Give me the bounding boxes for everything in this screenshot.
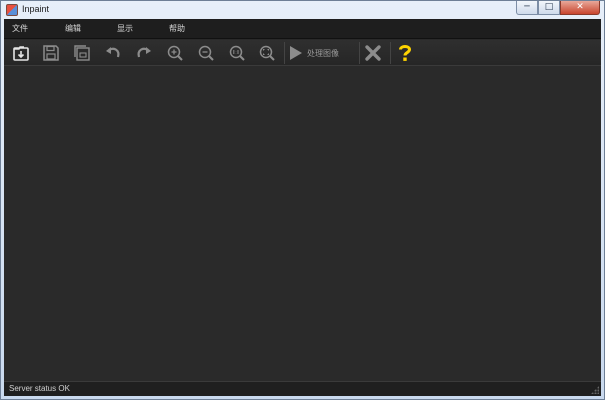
help-icon: [399, 45, 412, 61]
open-icon: [13, 46, 29, 61]
zoom-out-icon: [198, 45, 214, 61]
save-icon: [43, 45, 59, 61]
toolbar-separator: [390, 42, 391, 64]
menu-bar: 文件 编辑 显示 帮助: [4, 19, 601, 39]
minimize-button[interactable]: ─: [516, 1, 538, 15]
zoom-out-button[interactable]: [194, 42, 218, 64]
zoom-in-button[interactable]: [163, 42, 187, 64]
menu-view[interactable]: 显示: [117, 23, 133, 34]
toolbar-separator: [359, 42, 360, 64]
process-image-button[interactable]: 处理图像: [287, 42, 357, 64]
menu-edit[interactable]: 编辑: [65, 23, 81, 34]
clear-button[interactable]: [361, 42, 385, 64]
toolbar-separator: [284, 42, 285, 64]
zoom-actual-size-button[interactable]: [225, 42, 249, 64]
zoom-fit-button[interactable]: [255, 42, 279, 64]
save-copy-button[interactable]: [70, 42, 94, 64]
app-client-area: 文件 编辑 显示 帮助 处理图像 Server status OK: [4, 19, 601, 396]
app-window: Inpaint ─ □ ✕ 文件 编辑 显示 帮助 处理图像 Server st…: [0, 0, 605, 400]
help-button[interactable]: [393, 42, 417, 64]
app-logo-icon: [6, 4, 18, 16]
open-button[interactable]: [9, 42, 33, 64]
clear-icon: [365, 45, 381, 61]
close-button[interactable]: ✕: [560, 1, 600, 15]
zoom-fit-icon: [259, 45, 275, 61]
status-bar: Server status OK: [4, 381, 601, 396]
image-canvas[interactable]: [4, 67, 601, 381]
maximize-button[interactable]: □: [538, 1, 560, 15]
undo-button[interactable]: [101, 42, 125, 64]
title-bar[interactable]: Inpaint ─ □ ✕: [1, 1, 604, 19]
undo-icon: [106, 47, 120, 58]
resize-grip-icon[interactable]: [591, 386, 599, 394]
menu-help[interactable]: 帮助: [169, 23, 185, 34]
window-title: Inpaint: [22, 4, 50, 14]
zoom-actual-size-icon: [229, 45, 245, 61]
save-button[interactable]: [39, 42, 63, 64]
toolbar: 处理图像: [4, 40, 601, 66]
window-controls: ─ □ ✕: [516, 1, 600, 15]
menu-file[interactable]: 文件: [12, 23, 28, 34]
process-image-label: 处理图像: [307, 48, 339, 58]
save-copy-icon: [74, 45, 90, 61]
redo-icon: [137, 47, 151, 58]
zoom-in-icon: [167, 45, 183, 61]
server-status: Server status OK: [9, 384, 70, 393]
play-icon: [290, 46, 302, 60]
redo-button[interactable]: [132, 42, 156, 64]
